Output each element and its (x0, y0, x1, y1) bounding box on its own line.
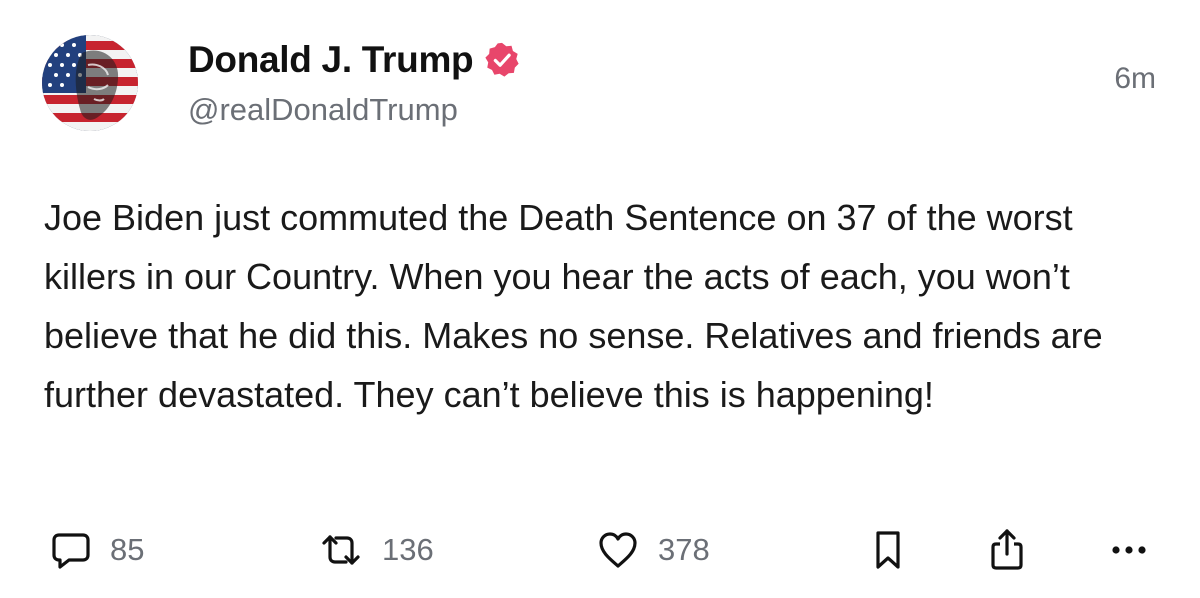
reply-button[interactable]: 85 (50, 528, 144, 572)
like-button[interactable]: 378 (596, 528, 710, 572)
verified-badge-icon (485, 42, 519, 77)
repost-button[interactable]: 136 (318, 528, 434, 572)
like-count: 378 (658, 532, 710, 567)
bookmark-icon (876, 531, 900, 569)
display-name[interactable]: Donald J. Trump (188, 39, 474, 81)
bookmark-button[interactable] (868, 528, 908, 572)
avatar-image (42, 35, 138, 131)
heart-icon (599, 532, 637, 568)
repost-icon (322, 535, 360, 565)
repost-count: 136 (382, 532, 434, 567)
post-body-text: Joe Biden just commuted the Death Senten… (44, 197, 1103, 415)
author-row: Donald J. Trump (188, 38, 521, 82)
action-bar: 85 136 378 (0, 522, 1200, 578)
reply-count: 85 (110, 532, 145, 567)
more-icon (1112, 546, 1146, 554)
comment-icon (52, 533, 90, 569)
avatar[interactable] (42, 35, 138, 131)
more-button[interactable] (1108, 528, 1150, 572)
post-card: Donald J. Trump @realDonaldTrump 6m Joe … (0, 0, 1200, 598)
handle[interactable]: @realDonaldTrump (188, 92, 458, 128)
timestamp[interactable]: 6m (1114, 62, 1156, 96)
share-icon (991, 529, 1023, 570)
share-button[interactable] (986, 528, 1028, 572)
